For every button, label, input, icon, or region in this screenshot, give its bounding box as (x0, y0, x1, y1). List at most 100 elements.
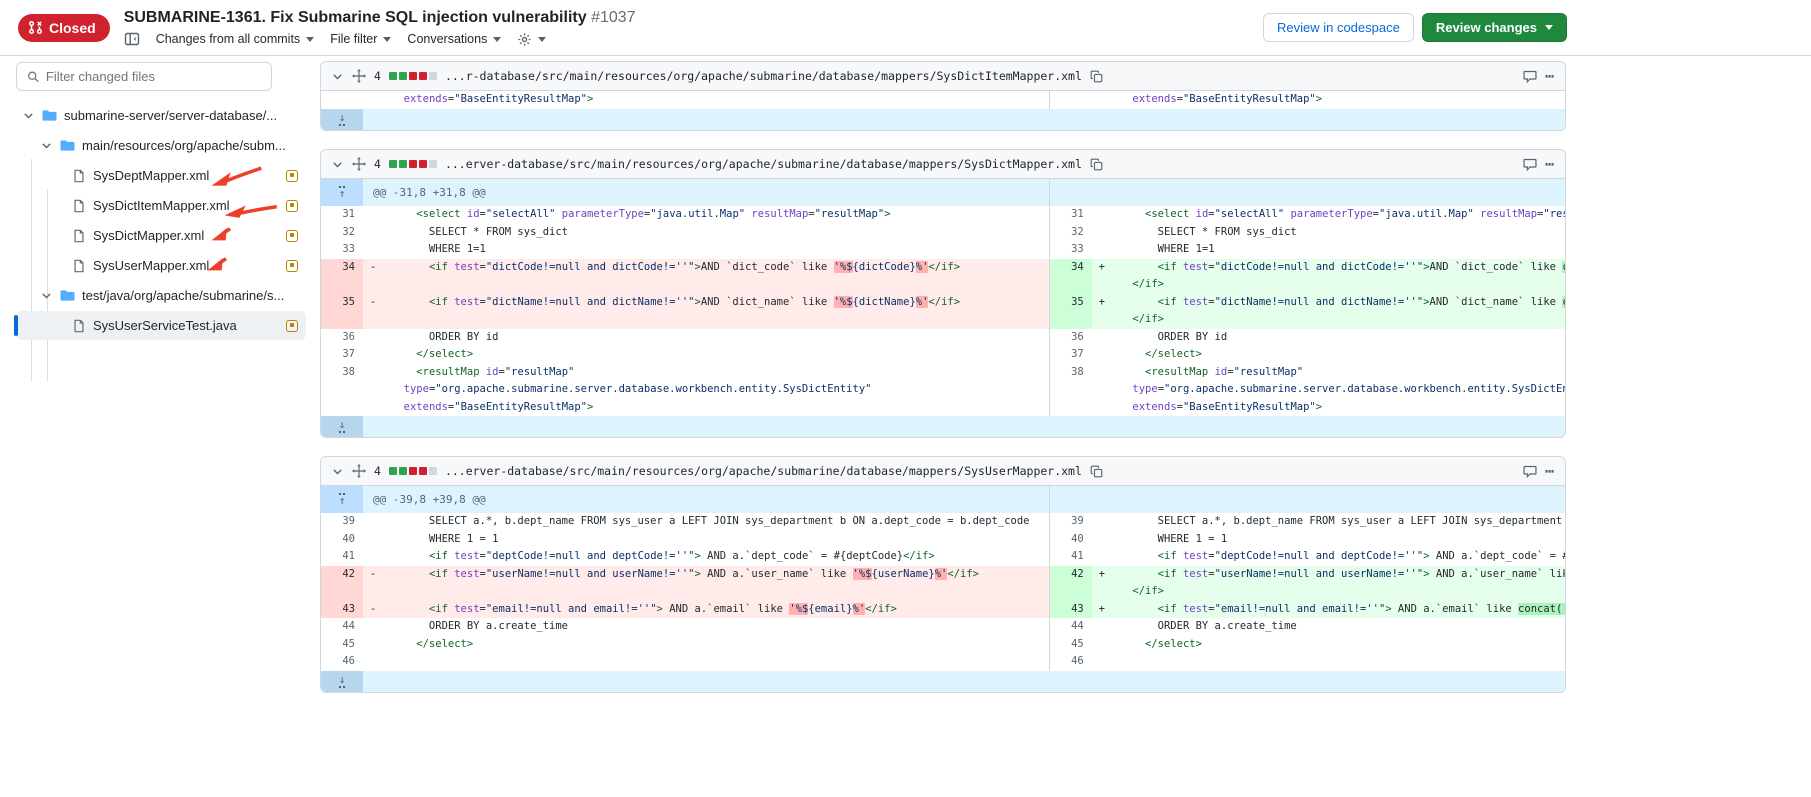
expand-down-button[interactable]: ↓ (321, 416, 363, 437)
line-number[interactable]: 37 (321, 346, 363, 364)
diff-file-header: 4 ...erver-database/src/main/resources/o… (321, 150, 1565, 179)
tree-file-row[interactable]: SysDeptMapper.xml (16, 161, 306, 190)
drag-handle-icon[interactable] (352, 157, 366, 171)
line-number[interactable]: 40 (321, 531, 363, 549)
fold-up-icon: ↑ (339, 186, 346, 199)
line-number[interactable] (321, 91, 363, 109)
line-number[interactable]: 37 (1050, 346, 1092, 364)
file-name: SysDictItemMapper.xml (93, 198, 230, 213)
line-number[interactable]: 32 (321, 224, 363, 242)
code-cell: <if test="userName!=null and userName!='… (1112, 566, 1565, 601)
line-number[interactable]: 42 (1050, 566, 1092, 601)
line-number[interactable] (1050, 91, 1092, 109)
diff-side-old: 35- <if test="dictName!=null and dictNam… (321, 294, 1049, 329)
file-options-kebab[interactable]: ⋯ (1545, 67, 1555, 85)
line-number[interactable]: 34 (321, 259, 363, 294)
line-number[interactable]: 36 (1050, 329, 1092, 347)
file-filter-dropdown[interactable]: File filter (330, 32, 391, 46)
tree-file-row[interactable]: SysDictMapper.xml (16, 221, 306, 250)
expand-down-button[interactable]: ↓ (321, 671, 363, 692)
line-number[interactable]: 38 (1050, 364, 1092, 417)
drag-handle-icon[interactable] (352, 464, 366, 478)
code-line: type="org.apache.submarine.server.databa… (391, 381, 1049, 399)
changes-from-dropdown[interactable]: Changes from all commits (156, 32, 315, 46)
line-number[interactable]: 41 (321, 548, 363, 566)
file-filter-box[interactable] (16, 62, 272, 91)
line-number[interactable]: 41 (1050, 548, 1092, 566)
code-line: ORDER BY a.create_time (1120, 618, 1565, 636)
drag-handle-icon[interactable] (352, 69, 366, 83)
diff-file-card-sysusermapper: 4 ...erver-database/src/main/resources/o… (320, 456, 1566, 693)
review-changes-button[interactable]: Review changes (1422, 13, 1567, 42)
filter-changed-files-input[interactable] (46, 69, 261, 84)
diff-side-old: 37 </select> (321, 346, 1049, 364)
collapse-file-chevron-icon[interactable] (331, 158, 344, 171)
diff-settings-dropdown[interactable] (517, 32, 546, 47)
line-number[interactable]: 35 (321, 294, 363, 329)
diff-side-old: 36 ORDER BY id (321, 329, 1049, 347)
tree-folder-row[interactable]: main/resources/org/apache/subm... (16, 131, 306, 160)
line-number[interactable]: 33 (1050, 241, 1092, 259)
line-number[interactable]: 32 (1050, 224, 1092, 242)
diff-sign (1092, 618, 1112, 636)
line-number[interactable]: 46 (321, 653, 363, 671)
line-number[interactable]: 44 (321, 618, 363, 636)
tree-file-row[interactable]: SysUserServiceTest.java (16, 311, 306, 340)
copy-path-icon[interactable] (1090, 465, 1103, 478)
expand-strip (363, 109, 1565, 130)
line-number[interactable]: 31 (321, 206, 363, 224)
line-number[interactable]: 46 (1050, 653, 1092, 671)
collapse-sidebar-icon[interactable] (124, 31, 140, 47)
line-number[interactable]: 38 (321, 364, 363, 417)
diff-sign (363, 364, 383, 417)
expand-up-button[interactable]: ↑ (321, 486, 363, 513)
line-number[interactable]: 36 (321, 329, 363, 347)
tree-collapse-chevron[interactable] (40, 289, 53, 302)
tree-folder-row[interactable]: test/java/org/apache/submarine/s... (16, 281, 306, 310)
review-in-codespace-button[interactable]: Review in codespace (1263, 13, 1414, 42)
line-number[interactable]: 31 (1050, 206, 1092, 224)
tree-folder-row[interactable]: submarine-server/server-database/... (16, 101, 306, 130)
diff-side-old: 45 </select> (321, 636, 1049, 654)
expand-down-button[interactable]: ↓ (321, 109, 363, 130)
line-number[interactable]: 39 (321, 513, 363, 531)
diff-row: 43- <if test="email!=null and email!=''"… (321, 601, 1565, 619)
line-number[interactable]: 45 (321, 636, 363, 654)
diff-side-old: extends="BaseEntityResultMap"> (321, 91, 1049, 109)
file-options-kebab[interactable]: ⋯ (1545, 155, 1555, 173)
diff-row: 38+ <resultMap id="resultMap" type="org.… (321, 364, 1565, 417)
comment-icon[interactable] (1523, 157, 1537, 171)
line-number[interactable]: 42 (321, 566, 363, 601)
tree-file-row[interactable]: SysUserMapper.xml (16, 251, 306, 280)
collapse-file-chevron-icon[interactable] (331, 465, 344, 478)
collapse-file-chevron-icon[interactable] (331, 70, 344, 83)
line-number[interactable]: 43 (1050, 601, 1092, 619)
line-number[interactable]: 44 (1050, 618, 1092, 636)
tree-collapse-chevron[interactable] (22, 109, 35, 122)
pull-request-closed-icon (28, 20, 43, 35)
chevron-down-icon (22, 109, 35, 122)
file-name: SysDictMapper.xml (93, 228, 204, 243)
line-number[interactable]: 45 (1050, 636, 1092, 654)
line-number[interactable]: 40 (1050, 531, 1092, 549)
comment-icon[interactable] (1523, 69, 1537, 83)
copy-path-icon[interactable] (1090, 158, 1103, 171)
copy-path-icon[interactable] (1090, 70, 1103, 83)
file-icon (72, 259, 86, 273)
code-line (391, 653, 1049, 671)
line-number[interactable]: 43 (321, 601, 363, 619)
line-number[interactable]: 39 (1050, 513, 1092, 531)
expand-up-button[interactable]: ↑ (321, 179, 363, 206)
conversations-dropdown[interactable]: Conversations (407, 32, 501, 46)
code-cell: </select> (383, 636, 1049, 654)
line-number[interactable]: 35 (1050, 294, 1092, 329)
comment-icon[interactable] (1523, 464, 1537, 478)
line-number[interactable]: 34 (1050, 259, 1092, 294)
tree-file-row[interactable]: SysDictItemMapper.xml (16, 191, 306, 220)
code-line: <if test="userName!=null and userName!='… (391, 566, 1049, 584)
tree-collapse-chevron[interactable] (40, 139, 53, 152)
line-number[interactable]: 33 (321, 241, 363, 259)
file-options-kebab[interactable]: ⋯ (1545, 462, 1555, 480)
pr-title: SUBMARINE-1361. Fix Submarine SQL inject… (124, 9, 587, 26)
expand-row: ↓ (321, 671, 1565, 692)
